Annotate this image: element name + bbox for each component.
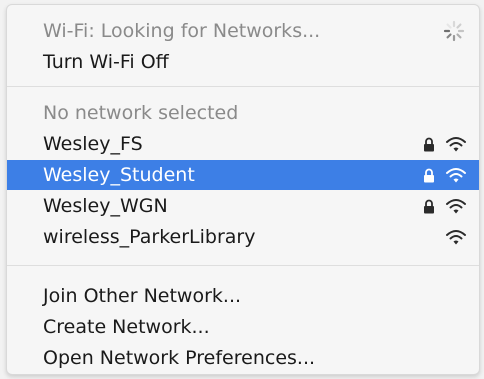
network-item-wesley-wgn[interactable]: Wesley_WGN xyxy=(7,191,479,221)
wifi-status-item: Wi-Fi: Looking for Networks... xyxy=(7,16,479,46)
menu-separator xyxy=(7,86,479,87)
network-name: Wesley_Student xyxy=(43,164,195,186)
join-other-network-label: Join Other Network... xyxy=(43,285,242,307)
join-other-network-item[interactable]: Join Other Network... xyxy=(7,281,479,311)
network-item-wireless-parkerlibrary[interactable]: wireless_ParkerLibrary xyxy=(7,222,479,252)
network-name: Wesley_FS xyxy=(43,133,143,155)
wifi-menu: Wi-Fi: Looking for Networks... Turn Wi-F… xyxy=(6,4,480,375)
wifi-signal-icon xyxy=(445,136,467,153)
menu-separator xyxy=(7,265,479,266)
network-section-header-label: No network selected xyxy=(43,102,239,124)
network-item-wesley-fs[interactable]: Wesley_FS xyxy=(7,129,479,159)
network-section-header: No network selected xyxy=(7,98,479,128)
wifi-status-label: Wi-Fi: Looking for Networks... xyxy=(43,20,321,42)
network-name: Wesley_WGN xyxy=(43,195,168,217)
lock-icon xyxy=(423,168,435,183)
open-network-preferences-item[interactable]: Open Network Preferences... xyxy=(7,343,479,373)
network-name: wireless_ParkerLibrary xyxy=(43,226,256,248)
wifi-signal-icon xyxy=(445,167,467,184)
wifi-signal-icon xyxy=(445,198,467,215)
turn-wifi-off-item[interactable]: Turn Wi-Fi Off xyxy=(7,47,479,77)
wifi-signal-icon xyxy=(445,229,467,246)
lock-icon xyxy=(423,137,435,152)
turn-wifi-off-label: Turn Wi-Fi Off xyxy=(43,51,169,73)
open-network-preferences-label: Open Network Preferences... xyxy=(43,347,316,369)
create-network-item[interactable]: Create Network... xyxy=(7,312,479,342)
network-item-wesley-student[interactable]: Wesley_Student xyxy=(7,160,479,190)
lock-icon xyxy=(423,199,435,214)
create-network-label: Create Network... xyxy=(43,316,210,338)
loading-spinner-icon xyxy=(443,20,465,42)
